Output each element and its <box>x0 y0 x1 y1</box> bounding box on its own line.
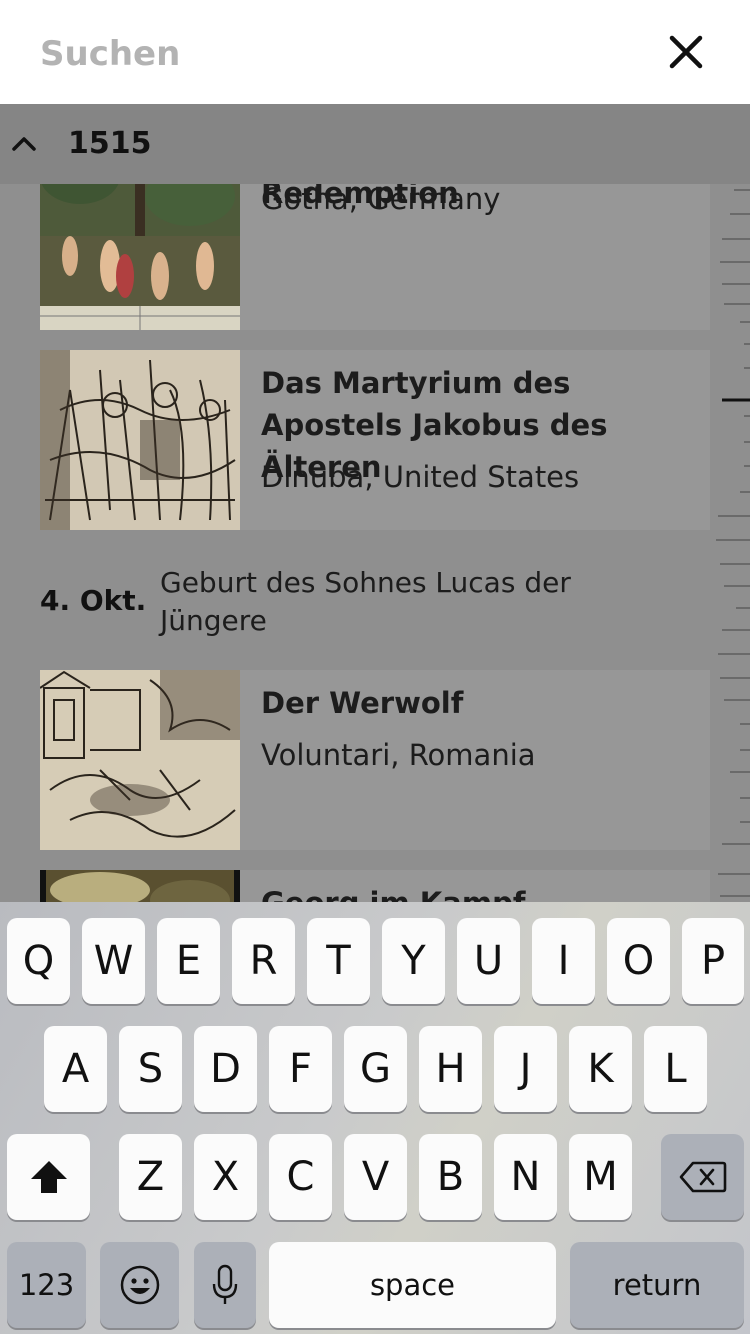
key-o[interactable]: O <box>607 918 670 1004</box>
event-date: 4. Okt. <box>40 584 147 617</box>
key-b[interactable]: B <box>419 1134 482 1220</box>
artwork-thumbnail <box>40 350 240 530</box>
key-r[interactable]: R <box>232 918 295 1004</box>
on-screen-keyboard: Q W E R T Y U I O P A S D F G H J K L Z … <box>0 902 750 1334</box>
artwork-location: Gotha, Germany <box>261 182 501 216</box>
artwork-title: Der Werwolf <box>261 686 464 720</box>
key-z[interactable]: Z <box>119 1134 182 1220</box>
dictation-key[interactable] <box>194 1242 256 1328</box>
search-input[interactable] <box>40 30 600 78</box>
key-g[interactable]: G <box>344 1026 407 1112</box>
artwork-card-georg[interactable]: Georg im Kampf <box>40 870 710 902</box>
key-l[interactable]: L <box>644 1026 707 1112</box>
key-w[interactable]: W <box>82 918 145 1004</box>
key-q[interactable]: Q <box>7 918 70 1004</box>
key-d[interactable]: D <box>194 1026 257 1112</box>
key-y[interactable]: Y <box>382 918 445 1004</box>
artwork-thumbnail <box>40 870 240 902</box>
shift-arrow-icon <box>30 1161 67 1193</box>
year-label: 1515 <box>68 126 152 161</box>
key-k[interactable]: K <box>569 1026 632 1112</box>
emoji-icon <box>120 1265 159 1305</box>
key-j[interactable]: J <box>494 1026 557 1112</box>
key-p[interactable]: P <box>682 918 744 1004</box>
key-v[interactable]: V <box>344 1134 407 1220</box>
artwork-card-werwolf[interactable]: Der Werwolf Voluntari, Romania <box>40 670 710 850</box>
event-description: Geburt des Sohnes Lucas der Jüngere <box>160 566 571 637</box>
numbers-key[interactable]: 123 <box>7 1242 86 1328</box>
close-icon[interactable] <box>664 30 708 74</box>
emoji-key[interactable] <box>100 1242 179 1328</box>
artwork-location: Dinuba, United States <box>261 460 580 494</box>
artwork-thumbnail <box>40 670 240 850</box>
key-m[interactable]: M <box>569 1134 632 1220</box>
space-key[interactable]: space <box>269 1242 556 1328</box>
backspace-icon <box>679 1161 726 1193</box>
artwork-card-martyrium[interactable]: Das Martyrium des Apostels Jakobus des Ä… <box>40 350 710 530</box>
shift-key[interactable] <box>7 1134 90 1220</box>
key-u[interactable]: U <box>457 918 520 1004</box>
microphone-icon <box>212 1264 238 1304</box>
timeline-scrubber[interactable] <box>700 184 750 902</box>
search-header <box>0 0 750 104</box>
key-f[interactable]: F <box>269 1026 332 1112</box>
key-n[interactable]: N <box>494 1134 557 1220</box>
return-key[interactable]: return <box>570 1242 744 1328</box>
key-s[interactable]: S <box>119 1026 182 1112</box>
key-a[interactable]: A <box>44 1026 107 1112</box>
key-h[interactable]: H <box>419 1026 482 1112</box>
timeline-list[interactable]: Damnation and Redemption Gotha, Germany <box>0 104 750 902</box>
key-c[interactable]: C <box>269 1134 332 1220</box>
year-header[interactable]: 1515 <box>0 104 750 184</box>
artwork-title: Georg im Kampf <box>261 882 691 902</box>
artwork-location: Voluntari, Romania <box>261 738 536 772</box>
key-x[interactable]: X <box>194 1134 257 1220</box>
key-e[interactable]: E <box>157 918 220 1004</box>
backspace-key[interactable] <box>661 1134 744 1220</box>
chevron-up-icon[interactable] <box>10 130 38 158</box>
key-t[interactable]: T <box>307 918 370 1004</box>
key-i[interactable]: I <box>532 918 595 1004</box>
